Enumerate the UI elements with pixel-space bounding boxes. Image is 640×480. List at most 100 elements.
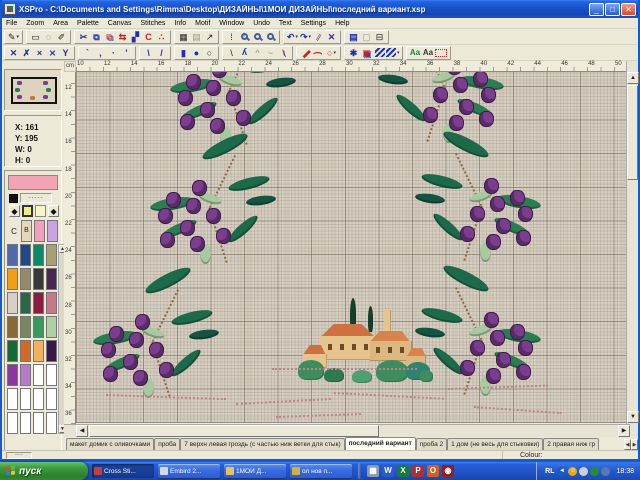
media-icon[interactable]: ◉ — [442, 465, 454, 477]
quarter-stitch-3[interactable]: · — [107, 47, 120, 59]
minimize-button[interactable]: _ — [589, 3, 604, 16]
motif-mirror[interactable]: ▞ — [129, 31, 142, 43]
palette-color-swatch[interactable] — [7, 412, 18, 434]
pattern-tab-active[interactable]: последний вариант — [345, 437, 416, 450]
pattern-tab[interactable]: 2 правая ниж гр — [543, 438, 599, 450]
motif-copy[interactable]: ⧉ — [90, 31, 103, 43]
start-button[interactable]: пуск — [0, 462, 88, 480]
palette-color-swatch[interactable] — [20, 412, 31, 434]
view-sheet[interactable]: ▤ — [190, 31, 203, 43]
language-indicator[interactable]: RL — [545, 468, 554, 475]
antivirus-icon[interactable] — [590, 467, 599, 476]
palette-header-swatch[interactable]: B — [21, 220, 32, 242]
draw-pencil-tool[interactable]: ✎▾ — [7, 31, 20, 43]
current-color-swatch[interactable] — [8, 175, 58, 190]
select-lasso-tool[interactable]: ◌ — [42, 31, 55, 43]
three-quarter-stitch-2[interactable]: × — [33, 47, 46, 59]
undo[interactable]: ↶▾ — [286, 31, 299, 43]
palette-color-swatch[interactable] — [33, 268, 44, 290]
backstitch-black[interactable]: \ — [225, 47, 238, 59]
pen-swap[interactable]: ∕ — [312, 31, 325, 43]
scroll-up-icon[interactable]: ▲ — [627, 72, 639, 84]
menu-help[interactable]: Help — [335, 20, 349, 27]
filled-bead[interactable]: ● — [190, 47, 203, 59]
half-stitch-fwd[interactable]: / — [155, 47, 168, 59]
export-clipboard[interactable]: ▤ — [347, 31, 360, 43]
scroll-right-icon[interactable]: ▶ — [618, 425, 630, 437]
quarter-stitch-4[interactable]: ' — [120, 47, 133, 59]
motif-resize[interactable]: ⇆ — [116, 31, 129, 43]
diamond-button-left[interactable]: ◆ — [9, 205, 20, 217]
delete-cross[interactable]: ✕ — [325, 31, 338, 43]
palette-color-swatch[interactable] — [33, 292, 44, 314]
motif-paste[interactable]: ⧉ — [103, 31, 116, 43]
calculator-icon[interactable]: ▦ — [367, 465, 379, 477]
curve-up[interactable]: ^ — [251, 47, 264, 59]
palette-color-swatch[interactable] — [33, 388, 44, 410]
palette-color-swatch[interactable] — [46, 292, 57, 314]
black-color-swatch[interactable] — [9, 194, 18, 203]
menu-info[interactable]: Info — [174, 20, 186, 27]
three-quarter-stitch-1[interactable]: ✗ — [20, 47, 33, 59]
palette-color-swatch[interactable] — [20, 364, 31, 386]
backstitch-split[interactable]: y — [238, 47, 251, 59]
palette-color-swatch[interactable] — [7, 364, 18, 386]
select-freehand-tool[interactable]: ✐ — [55, 31, 68, 43]
motif-cut[interactable]: ✂ — [77, 31, 90, 43]
taskbar-button[interactable]: 1МОИ Д... — [224, 464, 286, 478]
thread-dashes-box[interactable]: ----- — [20, 193, 52, 203]
palette-header-swatch[interactable] — [47, 220, 58, 242]
palette-color-swatch[interactable] — [33, 364, 44, 386]
motif-points[interactable]: ∴ — [155, 31, 168, 43]
palette-color-swatch[interactable] — [20, 316, 31, 338]
full-cross-stitch[interactable]: ✕ — [7, 47, 20, 59]
stitch-canvas[interactable] — [76, 72, 630, 423]
palette-color-swatch[interactable] — [20, 244, 31, 266]
vertical-scroll-thumb[interactable] — [627, 85, 638, 180]
export-sheet[interactable]: ▢ — [360, 31, 373, 43]
circle-outline-dropdown-icon[interactable]: ▾ — [333, 47, 336, 59]
menu-window[interactable]: Window — [219, 20, 244, 27]
view-monitor[interactable]: ▦ — [177, 31, 190, 43]
menu-palette[interactable]: Palette — [77, 20, 99, 27]
pattern-tab[interactable]: макет домик с оливочками — [66, 438, 154, 450]
export-back[interactable]: ⊟ — [373, 31, 386, 43]
maximize-button[interactable]: □ — [605, 3, 620, 16]
redo-dropdown-icon[interactable]: ▾ — [309, 31, 312, 43]
quarter-stitch-2[interactable]: , — [94, 47, 107, 59]
language-bar-icon[interactable]: ◄ — [557, 467, 566, 476]
undo-dropdown-icon[interactable]: ▾ — [296, 31, 299, 43]
half-stitch-back[interactable]: \ — [142, 47, 155, 59]
messenger-icon[interactable]: ☺ — [568, 467, 577, 476]
bead-tool[interactable]: ▣ — [360, 47, 373, 59]
yellow-selected-swatch[interactable] — [22, 205, 33, 217]
quarter-stitch-1[interactable]: ` — [81, 47, 94, 59]
palette-color-swatch[interactable] — [46, 388, 57, 410]
excel-icon[interactable]: X — [397, 465, 409, 477]
pattern-preview[interactable] — [4, 69, 62, 111]
thick-diagonal-red[interactable]: ▬ — [299, 47, 312, 59]
horizontal-scroll-thumb[interactable] — [89, 425, 379, 437]
tab-scroll-right-icon[interactable]: ▶ — [631, 439, 638, 450]
palette-color-swatch[interactable] — [20, 292, 31, 314]
thread-guide[interactable]: ⁞ — [225, 31, 238, 43]
palette-color-swatch[interactable] — [7, 316, 18, 338]
text-tool-color[interactable]: Aa — [409, 47, 422, 59]
zoom-in[interactable]: + — [238, 31, 251, 43]
motif-rotate[interactable]: C — [142, 31, 155, 43]
palette-color-swatch[interactable] — [33, 340, 44, 362]
palette-color-swatch[interactable] — [46, 316, 57, 338]
menu-undo[interactable]: Undo — [253, 20, 270, 27]
palette-color-swatch[interactable] — [7, 292, 18, 314]
palette-color-swatch[interactable] — [7, 244, 18, 266]
pattern-tab[interactable]: проба 2 — [416, 438, 447, 450]
palette-color-swatch[interactable] — [20, 268, 31, 290]
tab-scroll-left-icon[interactable]: ◀ — [624, 439, 631, 450]
menu-canvas[interactable]: Canvas — [108, 20, 132, 27]
backstitch-lines-color-dropdown-icon[interactable]: ▾ — [397, 47, 400, 59]
circle-outline[interactable]: ○▾ — [325, 47, 338, 59]
zoom-actual[interactable] — [264, 31, 277, 43]
network-icon[interactable] — [579, 467, 588, 476]
redo[interactable]: ↷▾ — [299, 31, 312, 43]
powerpoint-icon[interactable]: P — [412, 465, 424, 477]
